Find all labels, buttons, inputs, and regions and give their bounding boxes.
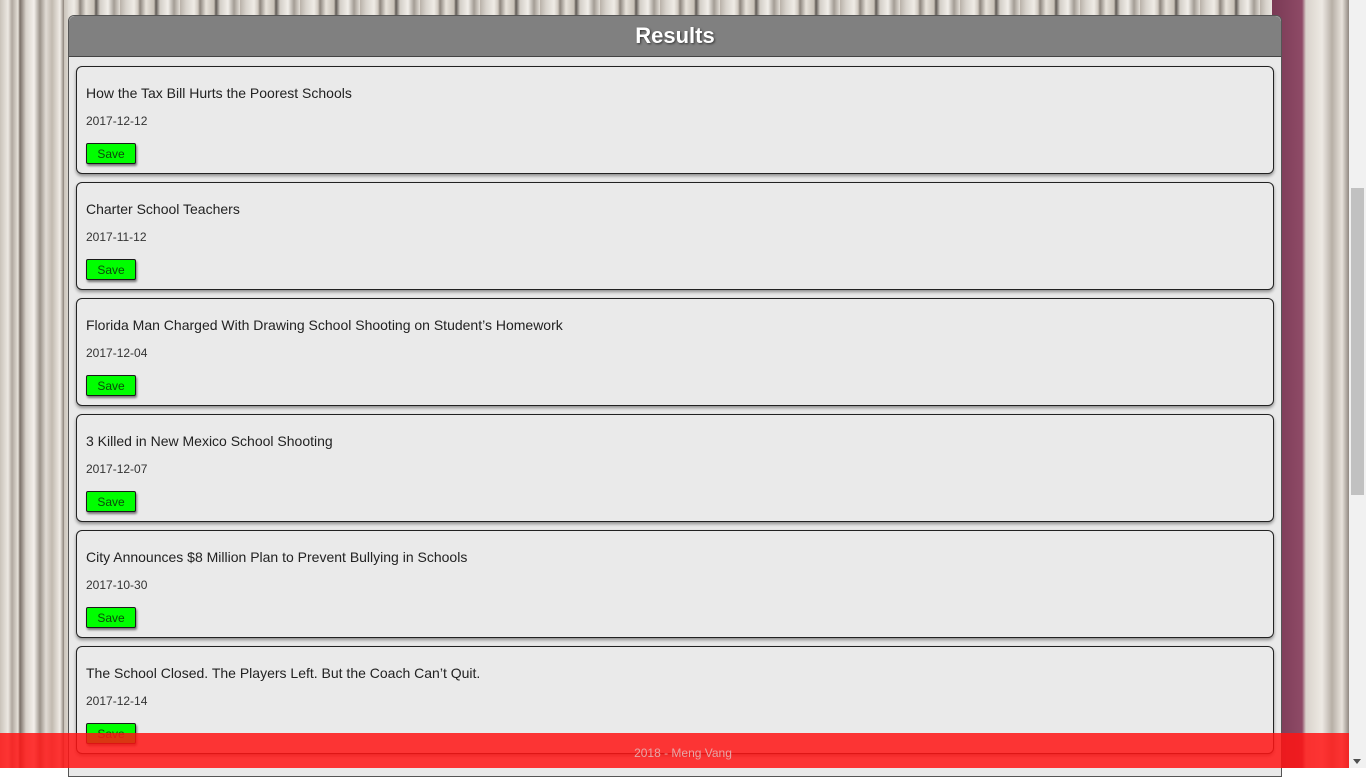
scrollbar-thumb[interactable] bbox=[1351, 188, 1364, 495]
article-title: The School Closed. The Players Left. But… bbox=[86, 665, 481, 681]
results-title: Results bbox=[635, 23, 715, 48]
save-button[interactable]: Save bbox=[86, 143, 136, 164]
scroll-down-arrow-icon[interactable] bbox=[1353, 759, 1361, 764]
results-panel: Results How the Tax Bill Hurts the Poore… bbox=[68, 15, 1282, 777]
article-title: 3 Killed in New Mexico School Shooting bbox=[86, 433, 333, 449]
article-card: 3 Killed in New Mexico School Shooting 2… bbox=[76, 414, 1274, 522]
article-date: 2017-12-04 bbox=[86, 346, 148, 360]
article-card: Charter School Teachers 2017-11-12 Save bbox=[76, 182, 1274, 290]
article-card: City Announces $8 Million Plan to Preven… bbox=[76, 530, 1274, 638]
results-list: How the Tax Bill Hurts the Poorest Schoo… bbox=[69, 57, 1281, 754]
article-date: 2017-12-07 bbox=[86, 462, 148, 476]
page-footer: 2018 - Meng Vang bbox=[0, 733, 1366, 768]
article-title: How the Tax Bill Hurts the Poorest Schoo… bbox=[86, 85, 352, 101]
save-button[interactable]: Save bbox=[86, 259, 136, 280]
results-header: Results bbox=[69, 16, 1281, 57]
article-title: Charter School Teachers bbox=[86, 201, 240, 217]
newspaper-background-left bbox=[0, 0, 68, 768]
page-scrollbar[interactable] bbox=[1349, 0, 1366, 768]
save-button[interactable]: Save bbox=[86, 375, 136, 396]
article-date: 2017-11-12 bbox=[86, 230, 147, 244]
article-title: Florida Man Charged With Drawing School … bbox=[86, 317, 563, 333]
article-date: 2017-12-14 bbox=[86, 694, 148, 708]
footer-text: 2018 - Meng Vang bbox=[634, 745, 732, 760]
save-button[interactable]: Save bbox=[86, 607, 136, 628]
article-date: 2017-12-12 bbox=[86, 114, 148, 128]
article-card: How the Tax Bill Hurts the Poorest Schoo… bbox=[76, 66, 1274, 174]
article-card: Florida Man Charged With Drawing School … bbox=[76, 298, 1274, 406]
article-date: 2017-10-30 bbox=[86, 578, 148, 592]
article-title: City Announces $8 Million Plan to Preven… bbox=[86, 549, 468, 565]
save-button[interactable]: Save bbox=[86, 491, 136, 512]
